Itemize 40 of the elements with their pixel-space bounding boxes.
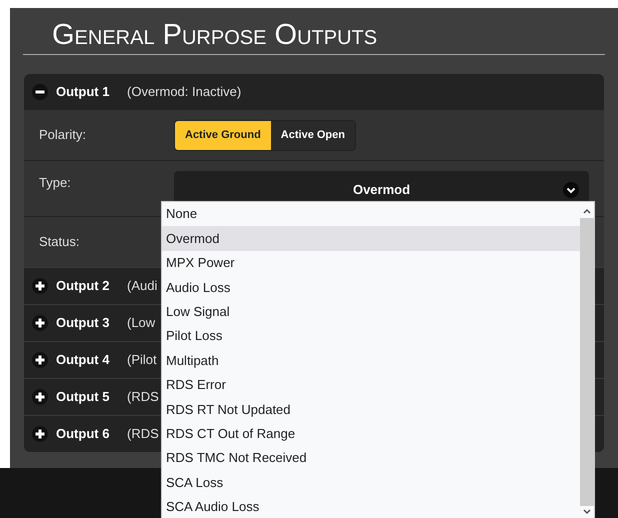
dropdown-option[interactable]: Low Signal xyxy=(162,300,580,324)
output-summary: (Overmod: Inactive) xyxy=(127,83,242,102)
output-summary: (Audi xyxy=(127,277,158,296)
plus-icon[interactable] xyxy=(32,389,48,405)
output-name: Output 4 xyxy=(56,351,110,370)
field-label: Polarity: xyxy=(39,126,87,144)
dropdown-option[interactable]: MPX Power xyxy=(162,250,580,276)
dropdown-option[interactable]: RDS TMC Not Received xyxy=(162,446,580,470)
dropdown-option[interactable]: SCA Audio Loss xyxy=(162,494,580,518)
chevron-down-icon xyxy=(583,509,591,515)
dropdown-option[interactable]: Multipath xyxy=(162,348,580,373)
dropdown-option[interactable]: RDS RT Not Updated xyxy=(162,397,580,422)
output-name: Output 6 xyxy=(56,425,110,444)
field-label: Type: xyxy=(39,174,72,192)
output-header[interactable]: Output 1 (Overmod: Inactive) xyxy=(24,74,604,110)
minus-icon[interactable] xyxy=(32,84,48,100)
plus-icon[interactable] xyxy=(32,426,48,442)
output-summary: (Pilot xyxy=(127,351,157,370)
chevron-down-icon xyxy=(563,182,579,198)
output-name: Output 2 xyxy=(56,277,110,296)
dropdown-option[interactable]: Audio Loss xyxy=(162,275,580,300)
plus-icon[interactable] xyxy=(32,352,48,368)
plus-icon[interactable] xyxy=(32,278,48,294)
output-name: Output 1 xyxy=(56,83,110,102)
output-summary: (Low xyxy=(127,314,156,332)
dropdown-option[interactable]: Overmod xyxy=(162,226,580,251)
page-title: General Purpose Outputs xyxy=(52,19,378,51)
polarity-option[interactable]: Active Ground xyxy=(175,120,271,150)
output-summary: (RDS xyxy=(127,388,159,406)
output-name: Output 5 xyxy=(56,388,110,406)
dropdown-option[interactable]: Pilot Loss xyxy=(162,324,580,348)
dropdown-option[interactable]: RDS Error xyxy=(162,372,580,398)
output-name: Output 3 xyxy=(56,314,110,332)
scrollbar-thumb[interactable] xyxy=(580,218,594,506)
plus-icon[interactable] xyxy=(32,315,48,331)
polarity-option[interactable]: Active Open xyxy=(270,120,355,150)
dropdown-option[interactable]: SCA Loss xyxy=(162,470,580,495)
output-summary: (RDS xyxy=(127,425,159,444)
dropdown-option[interactable]: RDS CT Out of Range xyxy=(162,422,580,446)
chevron-up-icon xyxy=(583,208,591,214)
